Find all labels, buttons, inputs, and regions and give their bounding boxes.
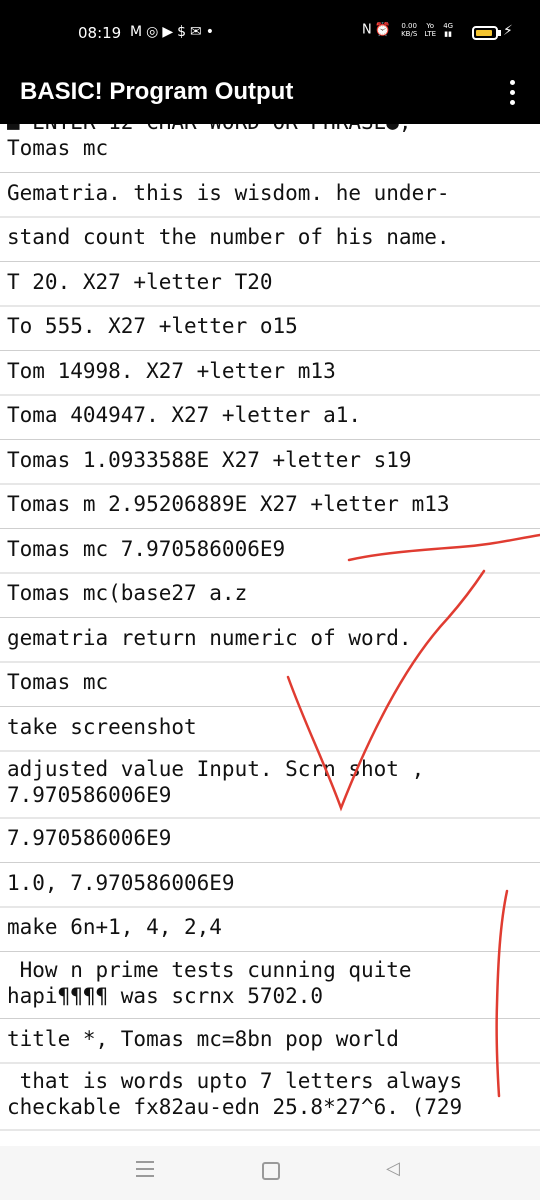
dot-icon: •	[205, 24, 219, 40]
battery-tip	[498, 30, 501, 36]
output-line: Tomas 1.0933588E X27 +letter s19	[7, 447, 412, 472]
output-line: How n prime tests cunning quite	[7, 957, 412, 982]
output-line: 7.970586006E9	[7, 826, 172, 850]
nfc-icon: N	[362, 22, 375, 38]
battery-icon	[472, 26, 498, 40]
output-line: stand count the number of his name.	[7, 225, 450, 249]
app-icon: ◎	[146, 24, 163, 40]
output-line: that is words upto 7 letters always	[7, 1069, 463, 1093]
message-icon: ✉	[190, 24, 206, 40]
app-title: BASIC! Program Output	[20, 78, 294, 105]
status-left-icons: M◎▶$✉•	[130, 24, 218, 40]
output-line: title *, Tomas mc=8bn pop world	[7, 1026, 399, 1051]
volte-icon: Yo LTE	[424, 22, 437, 38]
app-bar: BASIC! Program Output	[0, 66, 540, 124]
output-line: make 6n+1, 4, 2,4	[7, 915, 222, 939]
output-line: 7.970586006E9	[7, 783, 172, 807]
output-line: T 20. X27 +letter T20	[7, 269, 273, 294]
gmail-icon: M	[130, 24, 147, 40]
output-line: checkable fx82au-edn 25.8*27^6. (729	[7, 1095, 463, 1119]
output-list[interactable]: ■ ENTER 12 CHAR WORD OR PHRASE●, Tomas mc…	[0, 124, 540, 1146]
youtube-icon: ▶	[162, 24, 178, 40]
signal-4g-icon: 4G ▮▮	[443, 22, 454, 38]
output-line: Gematria. this is wisdom. he under-	[7, 180, 450, 205]
output-line: Tomas mc	[7, 670, 109, 694]
output-line: Toma 404947. X27 +letter a1.	[7, 403, 362, 427]
status-right-icons: N⏰ 0.00 KB/S Yo LTE 4G ▮▮	[362, 22, 453, 38]
output-line: adjusted value Input. Scrn shot ,	[7, 757, 425, 781]
alarm-icon: ⏰	[374, 22, 394, 38]
output-line: hapi¶¶¶¶ was scrnx 5702.0	[7, 983, 324, 1008]
output-line: Tomas mc 7.970586006E9	[7, 536, 286, 561]
partial-output-line: ■ ENTER 12 CHAR WORD OR PHRASE●,	[7, 124, 412, 134]
back-icon[interactable]: ◁	[386, 1158, 400, 1179]
output-line: Tomas m 2.95206889E X27 +letter m13	[7, 492, 450, 516]
output-line: Tomas mc	[7, 136, 109, 160]
overflow-menu-icon[interactable]	[506, 80, 518, 110]
output-line: take screenshot	[7, 714, 197, 739]
status-time: 08:19	[78, 24, 122, 42]
status-bar: 08:19 M◎▶$✉• N⏰ 0.00 KB/S Yo LTE 4G ▮▮ ⚡	[0, 0, 540, 66]
output-line: Tomas mc(base27 a.z	[7, 581, 248, 605]
home-icon[interactable]	[262, 1162, 280, 1180]
output-line: 1.0, 7.970586006E9	[7, 870, 235, 895]
output-line: gematria return numeric of word.	[7, 625, 412, 650]
output-line: To 555. X27 +letter o15	[7, 314, 298, 338]
navigation-bar: ◁	[0, 1146, 540, 1200]
dollar-icon: $	[177, 24, 191, 40]
charging-icon: ⚡	[503, 23, 513, 39]
recent-apps-icon[interactable]	[136, 1161, 154, 1179]
network-speed-icon: 0.00 KB/S	[401, 22, 418, 38]
output-line: Tom 14998. X27 +letter m13	[7, 358, 336, 383]
